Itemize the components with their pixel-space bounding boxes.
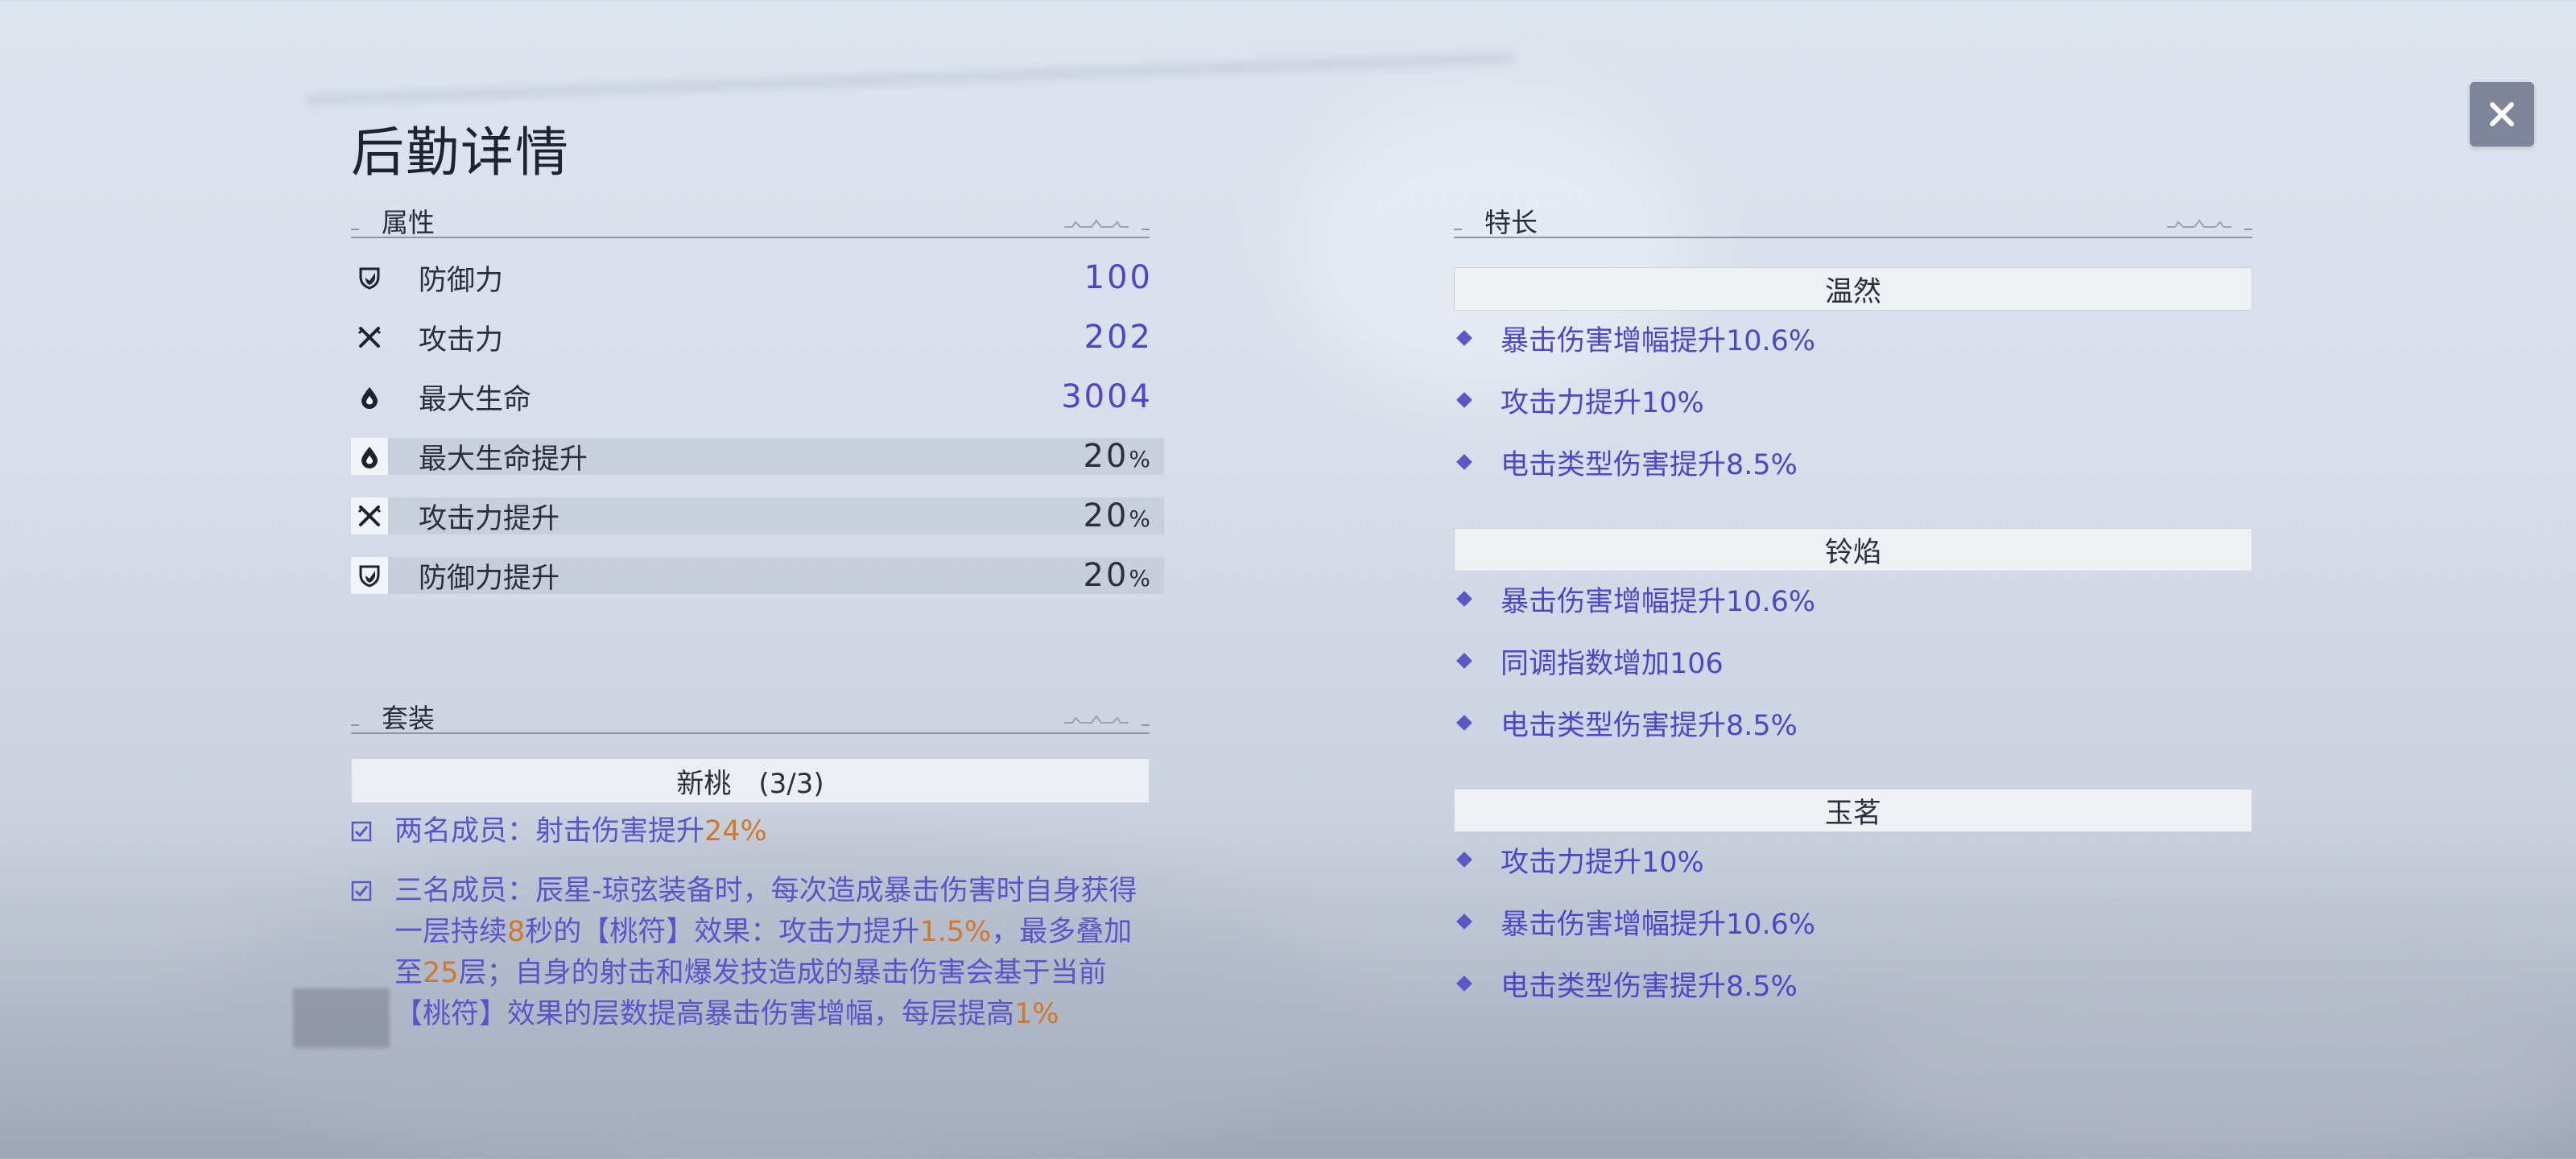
specialty-item: 同调指数增加106 (1454, 641, 1724, 681)
drop-icon (361, 447, 378, 468)
attribute-row: 攻击力提升 20% (351, 497, 1164, 535)
drop-icon (361, 387, 378, 409)
attribute-row: 攻击力 202 (351, 319, 1164, 357)
diamond-bullet-icon (1456, 653, 1472, 669)
attribute-value: 20% (1083, 497, 1153, 534)
specialty-text: 暴击伤害增幅提升10.6% (1501, 908, 1816, 941)
checkbox-checked-icon (351, 881, 372, 901)
shield-icon (359, 565, 380, 588)
crossed-swords-icon (357, 505, 382, 526)
attribute-name: 防御力提升 (419, 562, 560, 595)
attribute-row: 防御力提升 20% (351, 557, 1164, 595)
background-streak (306, 52, 1513, 105)
specialty-text: 攻击力提升10% (1501, 846, 1704, 879)
attribute-name: 攻击力提升 (419, 502, 560, 535)
specialty-text: 电击类型伤害提升8.5% (1501, 970, 1798, 1003)
set-effect-text: 三名成员：辰星-琼弦装备时，每次造成暴击伤害时自身获得一层持续8秒的【桃符】效果… (394, 875, 1137, 1030)
attribute-icon-box (351, 259, 388, 296)
specialties-section-label: 特长 (1484, 207, 1538, 238)
diamond-bullet-icon (1456, 454, 1472, 470)
background-shadow-right (1852, 966, 2576, 1159)
attribute-value: 3004 (1061, 378, 1153, 415)
shield-icon (359, 267, 380, 290)
specialty-text: 暴击伤害增幅提升10.6% (1501, 324, 1816, 357)
attribute-list: 防御力 100 攻击力 202 最大生命 3004 最大生命提升 20% 攻击力提升 20% 防御力… (351, 259, 1164, 617)
attribute-icon-box (351, 438, 388, 475)
diamond-bullet-icon (1456, 852, 1472, 868)
attribute-value: 20% (1083, 438, 1153, 475)
specialties-section-header: 特长 (1454, 201, 2252, 250)
attribute-name: 攻击力 (419, 324, 504, 357)
set-section-label: 套装 (382, 703, 435, 734)
specialty-group-bar: 温然 (1454, 267, 2252, 311)
attribute-name: 最大生命 (419, 383, 532, 416)
set-section-header: 套装 (351, 697, 1150, 745)
attribute-value: 202 (1084, 319, 1153, 356)
specialty-text: 攻击力提升10% (1501, 386, 1704, 419)
header-deco-icon (1064, 219, 1129, 228)
specialty-item: 电击类型伤害提升8.5% (1454, 442, 1798, 482)
page-title: 后勤详情 (351, 122, 570, 184)
specialty-text: 电击类型伤害提升8.5% (1501, 709, 1798, 742)
diamond-bullet-icon (1456, 975, 1472, 992)
specialty-item: 暴击伤害增幅提升10.6% (1454, 318, 1815, 358)
diamond-bullet-icon (1456, 591, 1472, 607)
diamond-bullet-icon (1456, 330, 1472, 346)
close-icon (2490, 102, 2514, 126)
attribute-icon-box (351, 378, 388, 415)
specialty-item: 暴击伤害增幅提升10.6% (1454, 901, 1815, 942)
set-effect-item: 两名成员：射击伤害提升24% (351, 811, 1156, 852)
specialty-item: 暴击伤害增幅提升10.6% (1454, 579, 1815, 619)
diamond-bullet-icon (1456, 715, 1472, 731)
specialty-item: 电击类型伤害提升8.5% (1454, 703, 1798, 743)
attribute-name: 最大生命提升 (419, 443, 588, 476)
set-effect-item: 三名成员：辰星-琼弦装备时，每次造成暴击伤害时自身获得一层持续8秒的【桃符】效果… (351, 871, 1156, 1035)
set-name-bar: 新桃 (3/3) (351, 758, 1150, 803)
attribute-icon-box (351, 319, 388, 356)
specialty-item: 攻击力提升10% (1454, 839, 1704, 880)
close-button[interactable] (2470, 82, 2534, 146)
attributes-section-header: 属性 (351, 201, 1150, 250)
attribute-row: 防御力 100 (351, 259, 1164, 297)
header-deco-icon (1064, 715, 1129, 724)
attributes-section-label: 属性 (382, 207, 435, 238)
attribute-icon-box (351, 497, 388, 534)
attribute-name: 防御力 (419, 264, 504, 297)
specialty-item: 电击类型伤害提升8.5% (1454, 963, 1798, 1004)
specialty-text: 同调指数增加106 (1501, 647, 1724, 680)
specialty-text: 电击类型伤害提升8.5% (1501, 448, 1798, 481)
attribute-icon-box (351, 557, 388, 594)
specialty-group-bar: 铃焰 (1454, 528, 2252, 571)
diamond-bullet-icon (1456, 392, 1472, 408)
checkbox-checked-icon (351, 821, 372, 842)
attribute-value: 20% (1083, 557, 1153, 594)
specialty-text: 暴击伤害增幅提升10.6% (1501, 585, 1816, 618)
header-deco-icon (2167, 219, 2231, 228)
set-effect-text: 两名成员：射击伤害提升24% (394, 815, 767, 848)
specialty-group-bar: 玉茗 (1454, 789, 2252, 832)
attribute-row: 最大生命提升 20% (351, 438, 1164, 476)
crossed-swords-icon (357, 327, 382, 348)
attribute-value: 100 (1084, 259, 1153, 296)
diamond-bullet-icon (1456, 914, 1472, 930)
attribute-row: 最大生命 3004 (351, 378, 1164, 416)
specialty-item: 攻击力提升10% (1454, 380, 1704, 420)
